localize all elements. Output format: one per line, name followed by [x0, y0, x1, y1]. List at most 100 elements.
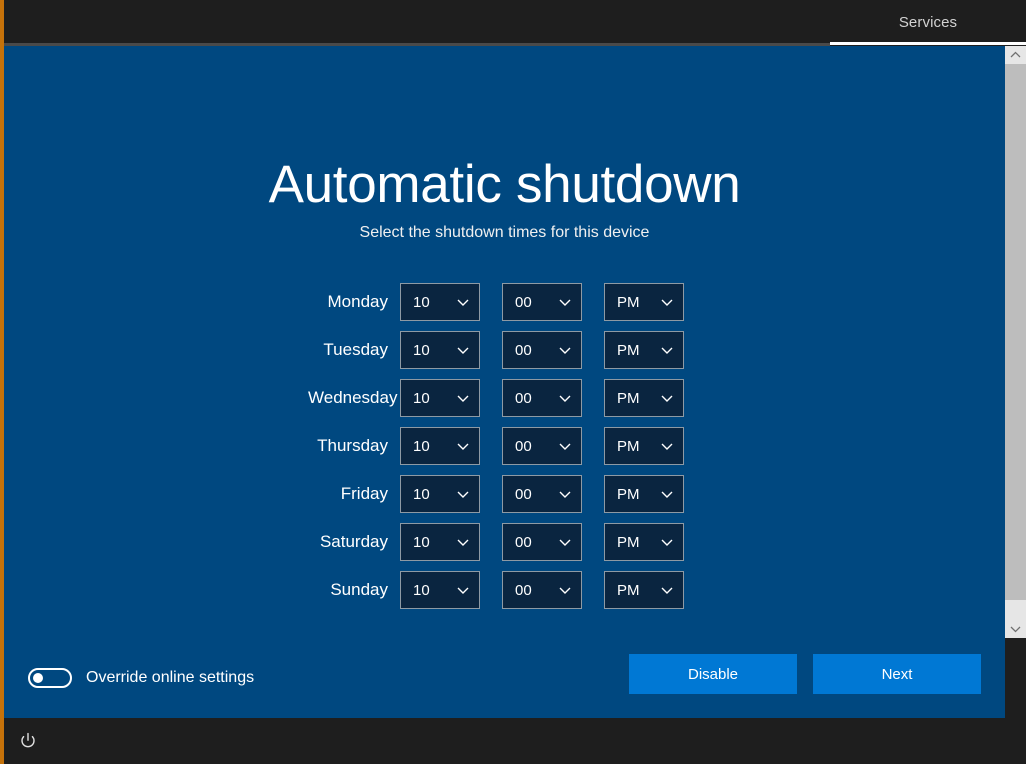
schedule-row-tuesday: Tuesday 10 00 PM — [4, 326, 1005, 374]
meridiem-value-friday: PM — [605, 487, 649, 502]
hour-select-wednesday[interactable]: 10 — [400, 379, 480, 417]
minute-select-thursday[interactable]: 00 — [502, 427, 582, 465]
chevron-down-icon — [456, 295, 470, 309]
day-label-monday: Monday — [308, 292, 400, 312]
schedule-row-monday: Monday 10 00 PM — [4, 278, 1005, 326]
chevron-down-icon — [558, 295, 572, 309]
minute-value-tuesday: 00 — [503, 343, 547, 358]
tabstrip: Services — [830, 0, 1026, 45]
tab-services[interactable]: Services — [830, 0, 1026, 45]
schedule-row-saturday: Saturday 10 00 PM — [4, 518, 1005, 566]
meridiem-select-monday[interactable]: PM — [604, 283, 684, 321]
chevron-down-icon — [660, 583, 674, 597]
disable-button[interactable]: Disable — [629, 654, 797, 694]
schedule-row-thursday: Thursday 10 00 PM — [4, 422, 1005, 470]
chevron-down-icon — [660, 343, 674, 357]
main-content: Automatic shutdown Select the shutdown t… — [4, 46, 1005, 718]
minute-select-sunday[interactable]: 00 — [502, 571, 582, 609]
vertical-scrollbar[interactable] — [1005, 46, 1026, 638]
toggle-knob — [33, 673, 43, 683]
minute-value-saturday: 00 — [503, 535, 547, 550]
schedule-row-sunday: Sunday 10 00 PM — [4, 566, 1005, 614]
day-label-thursday: Thursday — [308, 436, 400, 456]
chevron-down-icon — [456, 343, 470, 357]
day-label-sunday: Sunday — [308, 580, 400, 600]
chevron-down-icon — [558, 343, 572, 357]
shutdown-schedule-list: Monday 10 00 PM Tuesday 10 — [4, 278, 1005, 614]
meridiem-value-tuesday: PM — [605, 343, 649, 358]
override-online-settings-group: Override online settings — [28, 668, 254, 688]
chevron-down-icon — [456, 583, 470, 597]
minute-value-wednesday: 00 — [503, 391, 547, 406]
day-label-tuesday: Tuesday — [308, 340, 400, 360]
hour-value-tuesday: 10 — [401, 343, 445, 358]
meridiem-value-sunday: PM — [605, 583, 649, 598]
page-subtitle: Select the shutdown times for this devic… — [4, 224, 1005, 242]
chevron-down-icon — [660, 391, 674, 405]
minute-select-monday[interactable]: 00 — [502, 283, 582, 321]
day-label-friday: Friday — [308, 484, 400, 504]
chevron-down-icon — [558, 535, 572, 549]
minute-select-tuesday[interactable]: 00 — [502, 331, 582, 369]
hour-value-thursday: 10 — [401, 439, 445, 454]
hour-select-monday[interactable]: 10 — [400, 283, 480, 321]
chevron-down-icon — [456, 391, 470, 405]
minute-value-thursday: 00 — [503, 439, 547, 454]
minute-select-saturday[interactable]: 00 — [502, 523, 582, 561]
meridiem-select-sunday[interactable]: PM — [604, 571, 684, 609]
chevron-down-icon — [456, 535, 470, 549]
override-online-settings-label: Override online settings — [86, 669, 254, 687]
chevron-down-icon — [660, 439, 674, 453]
schedule-row-wednesday: Wednesday 10 00 PM — [4, 374, 1005, 422]
chevron-down-icon — [660, 535, 674, 549]
hour-select-friday[interactable]: 10 — [400, 475, 480, 513]
chevron-down-icon — [660, 295, 674, 309]
statusbar — [4, 718, 1026, 764]
meridiem-value-saturday: PM — [605, 535, 649, 550]
hour-value-saturday: 10 — [401, 535, 445, 550]
chevron-down-icon — [558, 439, 572, 453]
chevron-down-icon — [558, 583, 572, 597]
titlebar: Services — [0, 0, 1026, 45]
hour-select-sunday[interactable]: 10 — [400, 571, 480, 609]
meridiem-select-wednesday[interactable]: PM — [604, 379, 684, 417]
hour-select-saturday[interactable]: 10 — [400, 523, 480, 561]
meridiem-value-thursday: PM — [605, 439, 649, 454]
meridiem-select-friday[interactable]: PM — [604, 475, 684, 513]
chevron-down-icon — [558, 487, 572, 501]
chevron-down-icon — [456, 439, 470, 453]
minute-select-wednesday[interactable]: 00 — [502, 379, 582, 417]
next-button[interactable]: Next — [813, 654, 981, 694]
override-online-settings-toggle[interactable] — [28, 668, 72, 688]
scroll-up-button[interactable] — [1005, 46, 1026, 64]
scrollbar-thumb[interactable] — [1005, 64, 1026, 600]
scroll-down-button[interactable] — [1005, 620, 1026, 638]
chevron-down-icon — [558, 391, 572, 405]
hour-select-tuesday[interactable]: 10 — [400, 331, 480, 369]
meridiem-select-saturday[interactable]: PM — [604, 523, 684, 561]
window-left-accent — [0, 0, 4, 764]
page-title: Automatic shutdown — [4, 158, 1005, 211]
chevron-down-icon — [1010, 620, 1021, 638]
hour-value-friday: 10 — [401, 487, 445, 502]
minute-select-friday[interactable]: 00 — [502, 475, 582, 513]
power-icon[interactable] — [18, 731, 38, 751]
hour-select-thursday[interactable]: 10 — [400, 427, 480, 465]
meridiem-select-tuesday[interactable]: PM — [604, 331, 684, 369]
meridiem-value-wednesday: PM — [605, 391, 649, 406]
minute-value-friday: 00 — [503, 487, 547, 502]
hour-value-monday: 10 — [401, 295, 445, 310]
hour-value-wednesday: 10 — [401, 391, 445, 406]
minute-value-monday: 00 — [503, 295, 547, 310]
meridiem-value-monday: PM — [605, 295, 649, 310]
day-label-saturday: Saturday — [308, 532, 400, 552]
tab-services-label: Services — [899, 14, 957, 31]
minute-value-sunday: 00 — [503, 583, 547, 598]
chevron-up-icon — [1010, 46, 1021, 64]
meridiem-select-thursday[interactable]: PM — [604, 427, 684, 465]
action-buttons: Disable Next — [629, 654, 981, 694]
chevron-down-icon — [456, 487, 470, 501]
chevron-down-icon — [660, 487, 674, 501]
application-window: Services Automatic shutdown Select the s… — [0, 0, 1026, 764]
day-label-wednesday: Wednesday — [308, 388, 400, 408]
